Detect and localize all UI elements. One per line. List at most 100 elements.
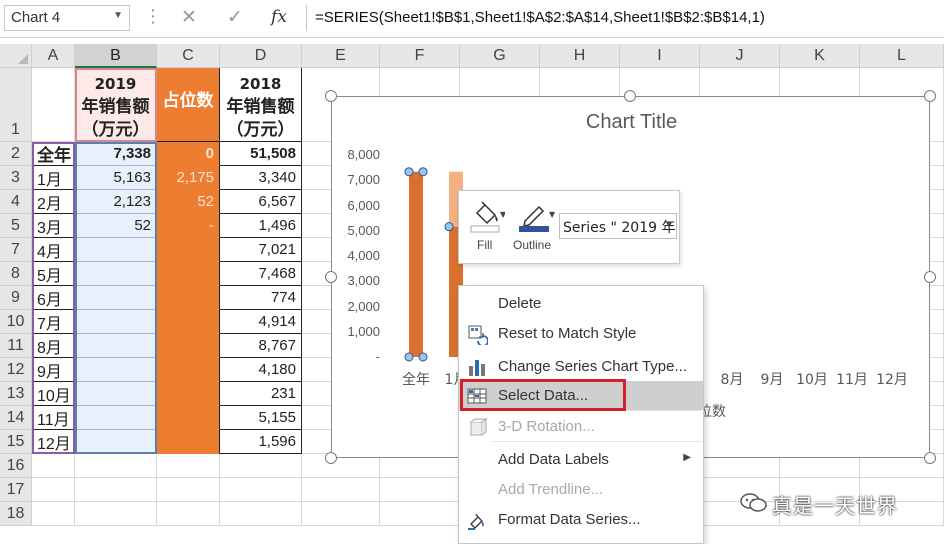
cell-placeholder[interactable] — [157, 238, 220, 262]
column-header-i[interactable]: I — [620, 44, 700, 68]
row-header[interactable]: 1 — [0, 68, 32, 142]
column-header-k[interactable]: K — [780, 44, 860, 68]
cell[interactable] — [157, 502, 220, 526]
cell[interactable] — [157, 454, 220, 478]
cell-2018-sales[interactable]: 4,180 — [220, 358, 302, 382]
cell[interactable] — [75, 478, 157, 502]
column-header-a[interactable]: A — [32, 44, 75, 68]
column-header-j[interactable]: J — [700, 44, 780, 68]
cell-2018-sales[interactable]: 5,155 — [220, 406, 302, 430]
cell[interactable] — [32, 478, 75, 502]
row-header[interactable]: 7 — [0, 238, 32, 262]
cell-2018-sales[interactable]: 6,567 — [220, 190, 302, 214]
cell[interactable] — [75, 502, 157, 526]
column-header-e[interactable]: E — [302, 44, 380, 68]
cell-2018-sales[interactable]: 51,508 — [220, 142, 302, 166]
cell-2018-sales[interactable]: 231 — [220, 382, 302, 406]
fill-icon[interactable]: ▼ — [469, 197, 505, 237]
menu-item-change-chart-type[interactable]: Change Series Chart Type... — [459, 352, 703, 381]
resize-handle[interactable] — [624, 90, 636, 102]
cell-placeholder[interactable]: 52 — [157, 190, 220, 214]
cell-placeholder[interactable] — [157, 286, 220, 310]
column-header-f[interactable]: F — [380, 44, 460, 68]
chevron-down-icon[interactable]: ▼ — [113, 10, 123, 21]
row-header[interactable]: 17 — [0, 478, 32, 502]
menu-item-reset-style[interactable]: Reset to Match Style — [459, 319, 703, 348]
cell-placeholder[interactable]: - — [157, 214, 220, 238]
cell-2018-sales[interactable]: 8,767 — [220, 334, 302, 358]
bar-selection-handle[interactable] — [418, 167, 428, 177]
cell[interactable] — [75, 454, 157, 478]
cell[interactable] — [220, 502, 302, 526]
bar-2019-0[interactable] — [409, 171, 423, 357]
row-header[interactable]: 12 — [0, 358, 32, 382]
name-box[interactable]: Chart 4 ▼ — [4, 5, 130, 31]
cell-2018-sales[interactable]: 774 — [220, 286, 302, 310]
fx-icon[interactable]: fx — [268, 7, 290, 27]
cell[interactable] — [32, 68, 75, 142]
row-header[interactable]: 16 — [0, 454, 32, 478]
row-header[interactable]: 10 — [0, 310, 32, 334]
header-c[interactable]: 占位数 — [157, 68, 220, 142]
cell-2018-sales[interactable]: 1,496 — [220, 214, 302, 238]
menu-item-3d-rotation[interactable]: 3-D Rotation... — [459, 412, 703, 441]
chevron-down-icon[interactable]: ▼ — [666, 220, 672, 229]
cell-placeholder[interactable] — [157, 430, 220, 454]
column-header-l[interactable]: L — [860, 44, 944, 68]
cell-placeholder[interactable] — [157, 262, 220, 286]
row-header[interactable]: 5 — [0, 214, 32, 238]
cell-placeholder[interactable] — [157, 358, 220, 382]
menu-item-delete[interactable]: Delete — [459, 289, 703, 318]
menu-item-add-data-labels[interactable]: Add Data Labels ▶ — [459, 445, 703, 474]
column-header-d[interactable]: D — [220, 44, 302, 68]
bar-selection-handle[interactable] — [404, 352, 414, 362]
fill-label[interactable]: Fill — [477, 238, 492, 252]
menu-item-format-data-series[interactable]: Format Data Series... — [459, 505, 703, 534]
check-icon[interactable]: ✓ — [224, 6, 246, 28]
row-header[interactable]: 2 — [0, 142, 32, 166]
cell-placeholder[interactable]: 0 — [157, 142, 220, 166]
row-header[interactable]: 15 — [0, 430, 32, 454]
bar-selection-handle[interactable] — [404, 167, 414, 177]
row-header[interactable]: 11 — [0, 334, 32, 358]
cell-placeholder[interactable] — [157, 334, 220, 358]
cell[interactable] — [302, 502, 380, 526]
resize-handle[interactable] — [325, 271, 337, 283]
row-header[interactable]: 9 — [0, 286, 32, 310]
cell[interactable] — [32, 454, 75, 478]
row-header[interactable]: 14 — [0, 406, 32, 430]
cell-2018-sales[interactable]: 7,021 — [220, 238, 302, 262]
cell-2018-sales[interactable]: 4,914 — [220, 310, 302, 334]
cell[interactable] — [220, 478, 302, 502]
row-header[interactable]: 8 — [0, 262, 32, 286]
header-d[interactable]: 2018 年销售额 （万元） — [220, 68, 302, 142]
bar-selection-handle[interactable] — [418, 352, 428, 362]
cell[interactable] — [380, 478, 460, 502]
cell-2018-sales[interactable]: 1,596 — [220, 430, 302, 454]
resize-handle[interactable] — [325, 90, 337, 102]
column-header-g[interactable]: G — [460, 44, 540, 68]
cell[interactable] — [302, 478, 380, 502]
column-header-h[interactable]: H — [540, 44, 620, 68]
cell[interactable] — [32, 502, 75, 526]
resize-handle[interactable] — [924, 452, 936, 464]
cell-placeholder[interactable] — [157, 310, 220, 334]
cell-placeholder[interactable] — [157, 406, 220, 430]
resize-handle[interactable] — [924, 271, 936, 283]
cell-2018-sales[interactable]: 3,340 — [220, 166, 302, 190]
row-header[interactable]: 18 — [0, 502, 32, 526]
outline-icon[interactable]: ▼ — [515, 197, 559, 237]
cell[interactable] — [220, 454, 302, 478]
cell-placeholder[interactable]: 2,175 — [157, 166, 220, 190]
menu-item-add-trendline[interactable]: Add Trendline... — [459, 475, 703, 504]
select-all-button[interactable] — [0, 44, 32, 68]
bar-selection-handle[interactable] — [444, 222, 454, 232]
resize-handle[interactable] — [924, 90, 936, 102]
series-dropdown[interactable]: Series " 2019 年 — [559, 213, 677, 239]
cell[interactable] — [380, 502, 460, 526]
row-header[interactable]: 13 — [0, 382, 32, 406]
close-icon[interactable]: ✕ — [178, 6, 200, 28]
row-header[interactable]: 4 — [0, 190, 32, 214]
column-header-b[interactable]: B — [75, 44, 157, 68]
cell[interactable] — [157, 478, 220, 502]
